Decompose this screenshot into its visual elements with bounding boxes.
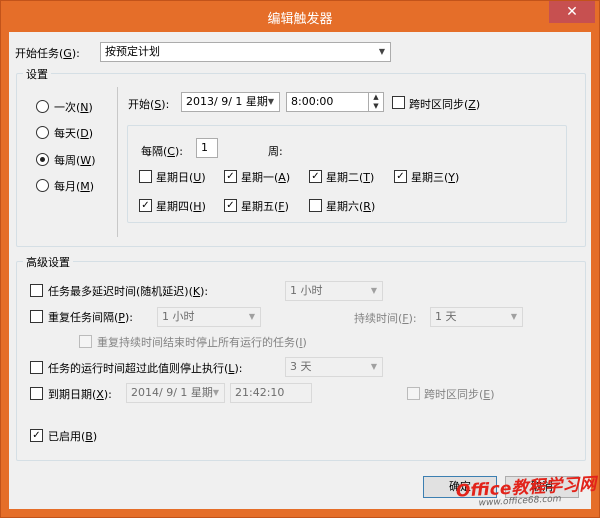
expire-label[interactable]: 到期日期(X): (48, 386, 112, 402)
wednesday-label[interactable]: 星期三(Y) (411, 169, 459, 185)
time-spinner[interactable]: ▲ ▼ (368, 93, 383, 111)
chevron-down-icon: ▼ (378, 47, 386, 56)
begin-task-label: 开始任务(G): (15, 47, 80, 60)
tuesday-label[interactable]: 星期二(T) (326, 169, 374, 185)
delay-select[interactable]: 1 小时 ▼ (285, 281, 383, 301)
chevron-down-icon: ▼ (370, 362, 378, 371)
expire-checkbox[interactable] (30, 387, 43, 400)
start-date-value: 2013/ 9/ 1 星期 (186, 95, 268, 108)
settings-divider (117, 87, 118, 237)
begin-task-select[interactable]: 按预定计划 ▼ (100, 42, 391, 62)
radio-once-label[interactable]: 一次(N) (54, 99, 93, 115)
expire-time-input[interactable]: 21:42:10 (230, 383, 312, 403)
sunday-checkbox[interactable] (139, 170, 152, 183)
close-button[interactable]: ✕ (549, 1, 595, 23)
stop-running-label[interactable]: 重复持续时间结束时停止所有运行的任务(I) (97, 334, 307, 350)
chevron-down-icon: ▼ (267, 97, 275, 106)
start-label: 开始(S): (128, 98, 170, 111)
chevron-down-icon: ▼ (248, 312, 256, 321)
friday-label[interactable]: 星期五(F) (241, 198, 289, 214)
radio-daily-label[interactable]: 每天(D) (54, 125, 93, 141)
title-bar[interactable]: 编辑触发器 ✕ (1, 1, 599, 31)
radio-daily[interactable] (36, 126, 49, 139)
settings-group-label: 设置 (23, 66, 51, 82)
tuesday-checkbox[interactable]: ✓ (309, 170, 322, 183)
thursday-checkbox[interactable]: ✓ (139, 199, 152, 212)
start-date-picker[interactable]: 2013/ 9/ 1 星期 ▼ (181, 92, 280, 112)
recur-every-label: 每隔(C): (141, 145, 183, 158)
saturday-label[interactable]: 星期六(R) (326, 198, 375, 214)
start-time-value: 8:00:00 (291, 95, 334, 108)
radio-once[interactable] (36, 100, 49, 113)
stop-longer-label[interactable]: 任务的运行时间超过此值则停止执行(L): (48, 360, 242, 376)
repeat-checkbox[interactable] (30, 310, 43, 323)
expire-date-picker[interactable]: 2014/ 9/ 1 星期 ▼ (126, 383, 225, 403)
stop-longer-select[interactable]: 3 天 ▼ (285, 357, 383, 377)
repeat-interval-select[interactable]: 1 小时 ▼ (157, 307, 261, 327)
radio-monthly[interactable] (36, 179, 49, 192)
enabled-checkbox[interactable]: ✓ (30, 429, 43, 442)
chevron-down-icon: ▼ (212, 388, 220, 397)
delay-label[interactable]: 任务最多延迟时间(随机延迟)(K): (48, 283, 208, 299)
wednesday-checkbox[interactable]: ✓ (394, 170, 407, 183)
chevron-down-icon: ▼ (510, 312, 518, 321)
close-icon: ✕ (566, 4, 578, 20)
repeat-duration-label: 持续时间(F): (354, 312, 417, 325)
expire-sync-timezone-checkbox[interactable] (407, 387, 420, 400)
enabled-label[interactable]: 已启用(B) (48, 428, 97, 444)
window-title: 编辑触发器 (267, 12, 333, 27)
expire-sync-timezone-label[interactable]: 跨时区同步(E) (424, 386, 495, 402)
repeat-duration-select[interactable]: 1 天 ▼ (430, 307, 523, 327)
monday-checkbox[interactable]: ✓ (224, 170, 237, 183)
start-sync-timezone-checkbox[interactable] (392, 96, 405, 109)
stop-longer-checkbox[interactable] (30, 361, 43, 374)
saturday-checkbox[interactable] (309, 199, 322, 212)
edit-trigger-dialog: 编辑触发器 ✕ 开始任务(G): 按预定计划 ▼ 设置 一次(N) 每天(D) … (0, 0, 600, 518)
chevron-down-icon: ▼ (370, 286, 378, 295)
stop-running-checkbox[interactable] (79, 335, 92, 348)
repeat-label[interactable]: 重复任务间隔(P): (48, 309, 133, 325)
sunday-label[interactable]: 星期日(U) (156, 169, 206, 185)
delay-checkbox[interactable] (30, 284, 43, 297)
radio-monthly-label[interactable]: 每月(M) (54, 178, 94, 194)
recur-weeks-input[interactable]: 1 (196, 138, 218, 158)
start-sync-timezone-label[interactable]: 跨时区同步(Z) (409, 96, 480, 112)
thursday-label[interactable]: 星期四(H) (156, 198, 206, 214)
radio-weekly-label[interactable]: 每周(W) (54, 152, 95, 168)
start-time-input[interactable]: 8:00:00 ▲ ▼ (286, 92, 384, 112)
radio-weekly[interactable] (36, 153, 49, 166)
advanced-group-label: 高级设置 (23, 254, 73, 270)
begin-task-value: 按预定计划 (105, 45, 160, 58)
weeks-unit-label: 周: (268, 145, 283, 158)
dialog-body: 开始任务(G): 按预定计划 ▼ 设置 一次(N) 每天(D) 每周(W) 每月… (9, 32, 591, 509)
friday-checkbox[interactable]: ✓ (224, 199, 237, 212)
monday-label[interactable]: 星期一(A) (241, 169, 290, 185)
